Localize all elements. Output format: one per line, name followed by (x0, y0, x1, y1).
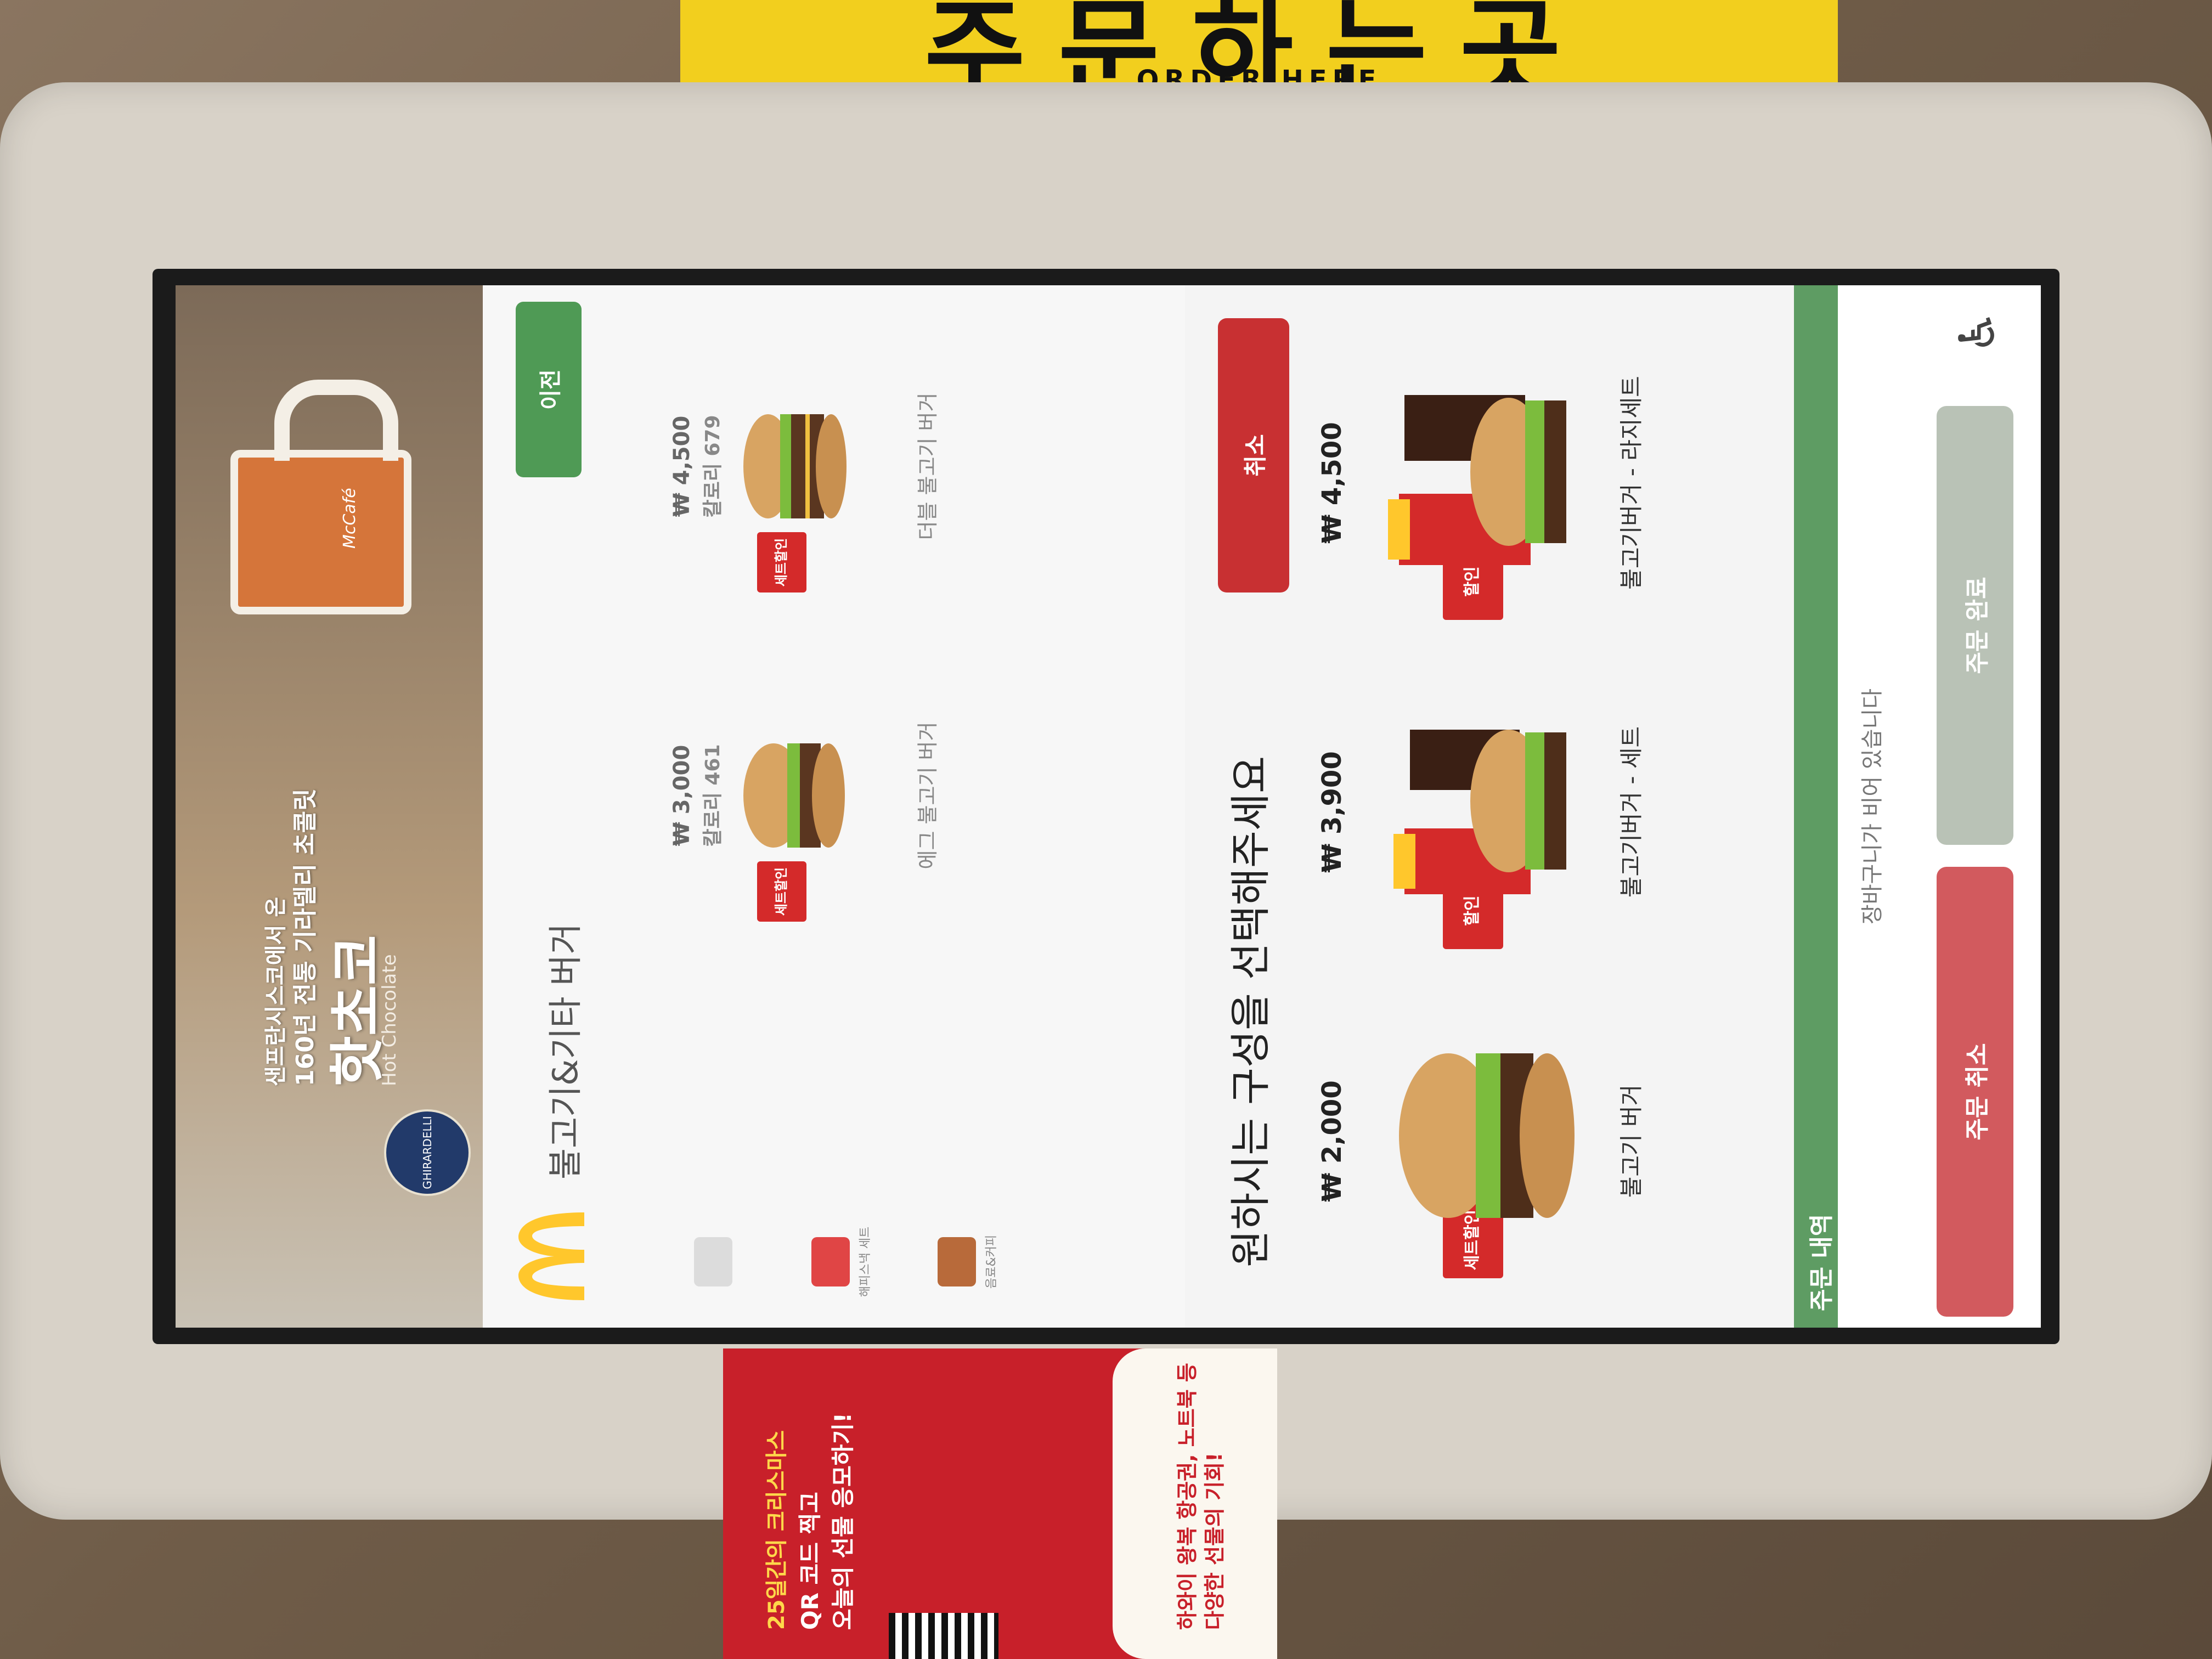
poster-line: 25일간의 크리스마스 (764, 1430, 789, 1630)
large-set-meal-image (1388, 395, 1566, 565)
back-button[interactable]: 이전 (516, 302, 582, 477)
mcdonalds-logo-icon (518, 1212, 584, 1300)
order-header-label: 주문 내역 (1808, 1214, 1836, 1311)
discount-badge: 세트할인 (757, 532, 806, 592)
poster-line: 하와이 왕복 항공권, 노트북 등 (1175, 1363, 1199, 1630)
menu-item-card[interactable]: ₩ 3,000 칼로리 461 세트할인 에그 불고기 버거 (664, 647, 1081, 944)
item-calories: 칼로리 679 (702, 415, 724, 518)
nav-label: 해피스낵 세트 (859, 1226, 872, 1297)
order-header: 주문 내역 (1794, 285, 1838, 1328)
mug-label: McCafé (340, 488, 359, 549)
mug-handle (274, 380, 398, 461)
sign-subtext: ORDER HERE (1136, 65, 1382, 82)
option-name: 불고기버거 - 라지세트 (1618, 376, 1645, 590)
poster-line: 오늘의 선물 응모하기! (830, 1412, 856, 1630)
kiosk-screen: GHIRARDELLI 샌프란시스코에서 온 160년 전통 기라델리 초콜릿 … (176, 285, 2041, 1328)
promo-poster: 25일간의 크리스마스 QR 코드 찍고 오늘의 선물 응모하기! 하와이 왕복… (723, 1348, 1277, 1659)
cancel-button[interactable]: 취소 (1218, 318, 1289, 592)
poster-line: 다양한 선물의 기회! (1203, 1452, 1227, 1630)
poster-line: QR 코드 찍고 (797, 1492, 823, 1630)
ghirardelli-badge: GHIRARDELLI (384, 1109, 471, 1196)
discount-badge: 세트할인 (757, 861, 806, 922)
promo-banner[interactable]: GHIRARDELLI 샌프란시스코에서 온 160년 전통 기라델리 초콜릿 … (176, 285, 483, 1328)
qr-code (889, 1613, 998, 1659)
poster-text-group: 25일간의 크리스마스 QR 코드 찍고 오늘의 선물 응모하기! 하와이 왕복… (737, 1361, 1263, 1646)
menu-content: 불고기&기타 버거 이전 해피스낵 세트 음료&커피 ₩ 3,000 칼로리 4… (483, 285, 1185, 1328)
mug-image (230, 450, 411, 614)
nav-thumbnail (938, 1237, 976, 1286)
nav-thumbnail (694, 1237, 732, 1286)
option-price: ₩ 3,900 (1317, 751, 1347, 873)
option-card[interactable]: ₩ 4,500 i 할인 불고기버거 - 라지세트 (1306, 329, 1761, 636)
side-nav-item[interactable]: 해피스낵 세트 (779, 1207, 905, 1317)
item-name: 에그 불고기 버거 (916, 721, 940, 870)
burger-image (743, 414, 847, 518)
option-price: ₩ 4,500 (1317, 422, 1347, 544)
side-nav: 해피스낵 세트 음료&커피 (653, 1207, 1169, 1317)
option-name: 불고기 버거 (1618, 1084, 1645, 1198)
category-title: 불고기&기타 버거 (545, 923, 585, 1180)
side-nav-item[interactable] (653, 1207, 779, 1317)
nav-label: 음료&커피 (985, 1234, 998, 1289)
item-price: ₩ 4,500 (669, 415, 695, 517)
option-price: ₩ 2,000 (1317, 1080, 1347, 1202)
order-here-sign: 주문하는곳 ORDER HERE (680, 0, 1838, 82)
item-calories: 칼로리 461 (702, 744, 724, 847)
option-name: 불고기버거 - 세트 (1618, 726, 1645, 898)
burger-image (1399, 1053, 1575, 1218)
nav-thumbnail (811, 1237, 850, 1286)
item-name: 더블 불고기 버거 (916, 392, 940, 540)
option-card[interactable]: ₩ 3,900 i 할인 불고기버거 - 세트 (1306, 658, 1761, 966)
set-meal-image (1393, 730, 1566, 894)
side-nav-item[interactable]: 음료&커피 (905, 1207, 1031, 1317)
banner-subtitle: Hot Chocolate (379, 954, 400, 1086)
burger-image (743, 743, 845, 848)
order-cancel-button[interactable]: 주문 취소 (1937, 867, 2013, 1317)
wheelchair-icon[interactable]: ♿ (1948, 302, 2008, 362)
menu-item-card[interactable]: ₩ 4,500 칼로리 679 세트할인 더블 불고기 버거 (664, 318, 1081, 614)
order-complete-button[interactable]: 주문 완료 (1937, 406, 2013, 845)
cart-panel: 장바구니가 비어 있습니다 주문 취소 주문 완료 ♿ (1838, 285, 2041, 1328)
option-card[interactable]: ₩ 2,000 i 세트할인 불고기 버거 (1306, 988, 1761, 1295)
item-price: ₩ 3,000 (669, 744, 695, 847)
options-title: 원하시는 구성을 선택해주세요 (1227, 755, 1274, 1267)
options-panel: 원하시는 구성을 선택해주세요 취소 ₩ 2,000 i 세트할인 불고기 버거… (1185, 285, 1794, 1328)
cart-empty-message: 장바구니가 비어 있습니다 (1860, 688, 1885, 925)
